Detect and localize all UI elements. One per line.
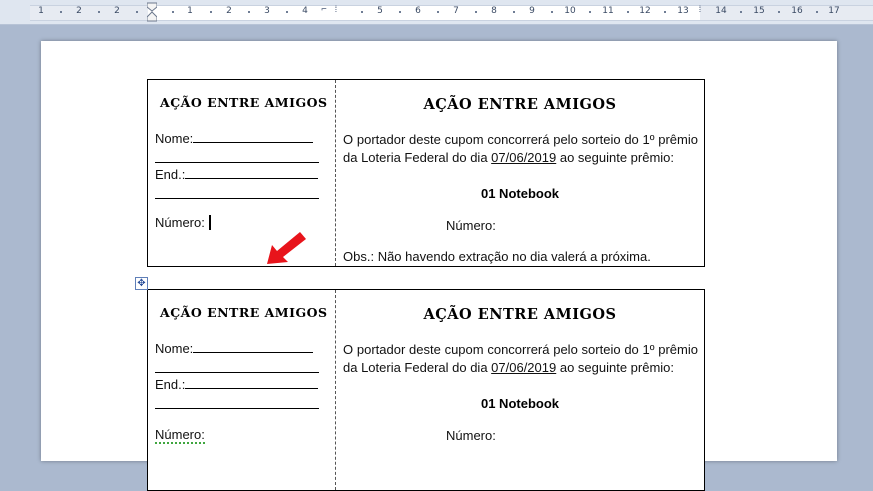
indent-marker-icon[interactable] [146,2,158,22]
name-blank-line [193,340,314,353]
ruler-number: 11 [602,6,614,16]
stub-title: AÇÃO ENTRE AMIGOS [160,95,328,110]
number-field[interactable]: Número: [155,214,211,231]
name-line-2 [155,150,319,167]
address-line-2 [155,396,319,413]
column-marker-icon[interactable]: ⁞ [333,5,338,15]
horizontal-ruler[interactable]: 1 2 1 2 3 4 5 6 7 8 9 10 11 12 13 14 15 … [0,0,873,25]
move-handle-icon[interactable]: ✥ [135,277,148,290]
ruler-number: 13 [677,6,689,16]
coupon-title: AÇÃO ENTRE AMIGOS [423,96,617,113]
coupon-description: O portador deste cupom concorrerá pelo s… [343,341,698,377]
coupon-description: O portador deste cupom concorrerá pelo s… [343,131,698,167]
ruler-dot [589,11,591,13]
draw-date: 07/06/2019 [491,150,557,165]
description-text-end: ao seguinte prêmio: [556,360,675,375]
ruler-dot [627,11,629,13]
obs-text: Não havendo extração no dia valerá a pró… [374,249,651,264]
ruler-dot [248,11,250,13]
ruler-dot [286,11,288,13]
observation: Obs.: Não havendo extração no dia valerá… [343,248,651,265]
blank-line [155,396,319,409]
text-cursor [208,215,211,230]
name-field[interactable]: Nome: [155,340,314,357]
ruler-dot [399,11,401,13]
ruler-dot [172,11,174,13]
column-marker-icon[interactable]: ⁞ [697,5,702,15]
document-page[interactable]: AÇÃO ENTRE AMIGOS Nome: End.: Número: AÇ… [41,41,837,491]
name-field[interactable]: Nome: [155,130,314,147]
ruler-dot [437,11,439,13]
ruler-dot [664,11,666,13]
ruler-number: 3 [264,6,270,16]
red-arrow-icon [267,232,306,264]
main-number-label: Número: [446,218,496,233]
number-label: Número: [155,215,205,230]
coupon-main[interactable]: AÇÃO ENTRE AMIGOS O portador deste cupom… [336,80,704,266]
obs-label: Obs.: [343,249,375,264]
ruler-number: 15 [753,6,765,16]
ruler-number: 7 [453,6,459,16]
ruler-number: 2 [76,6,82,16]
name-label: Nome: [155,131,194,146]
address-blank-line [185,376,319,389]
ruler-number: 2 [114,6,120,16]
ruler-number: 9 [529,6,535,16]
ruler-number: 17 [828,6,840,16]
ruler-number: 16 [791,6,803,16]
ruler-dot [136,11,138,13]
ruler-number: 2 [226,6,232,16]
ruler-number: 10 [564,6,576,16]
coupon-stub[interactable]: AÇÃO ENTRE AMIGOS Nome: End.: Número: [148,290,336,490]
ruler-number: 1 [38,6,44,16]
ruler-dot [210,11,212,13]
ruler-dot [778,11,780,13]
ruler-number: 5 [377,6,383,16]
address-label: End.: [155,377,186,392]
stub-title: AÇÃO ENTRE AMIGOS [160,305,328,320]
prize-label: 01 Notebook [480,396,559,411]
coupon-title: AÇÃO ENTRE AMIGOS [423,306,617,323]
description-text-end: ao seguinte prêmio: [556,150,675,165]
ruler-dot [740,11,742,13]
draw-date: 07/06/2019 [491,360,557,375]
address-label: End.: [155,167,186,182]
blank-line [155,150,319,163]
coupon-table[interactable]: AÇÃO ENTRE AMIGOS Nome: End.: Número: AÇ… [147,289,705,491]
number-field[interactable]: Número: [155,426,205,444]
address-blank-line [185,166,319,179]
ruler-dot [475,11,477,13]
ruler-dot [551,11,553,13]
coupon-table[interactable]: AÇÃO ENTRE AMIGOS Nome: End.: Número: AÇ… [147,79,705,267]
ruler-number: 4 [302,6,308,16]
ruler-number: 6 [415,6,421,16]
ruler-margin-left [30,5,148,21]
address-field[interactable]: End.: [155,376,319,393]
tab-stop-icon[interactable]: ⌐ [321,5,326,15]
name-line-2 [155,360,319,377]
prize-label: 01 Notebook [480,186,559,201]
name-label: Nome: [155,341,194,356]
ruler-dot [60,11,62,13]
coupon-main[interactable]: AÇÃO ENTRE AMIGOS O portador deste cupom… [336,290,704,490]
name-blank-line [193,130,314,143]
ruler-dot [361,11,363,13]
main-number-label: Número: [446,428,496,443]
ruler-dot [513,11,515,13]
ruler-number: 12 [639,6,651,16]
number-label: Número: [155,427,205,444]
ruler-number: 1 [187,6,193,16]
address-line-2 [155,186,319,203]
blank-line [155,360,319,373]
ruler-dot [816,11,818,13]
ruler-number: 8 [491,6,497,16]
ruler-dot [98,11,100,13]
ruler-number: 14 [715,6,727,16]
blank-line [155,186,319,199]
address-field[interactable]: End.: [155,166,319,183]
